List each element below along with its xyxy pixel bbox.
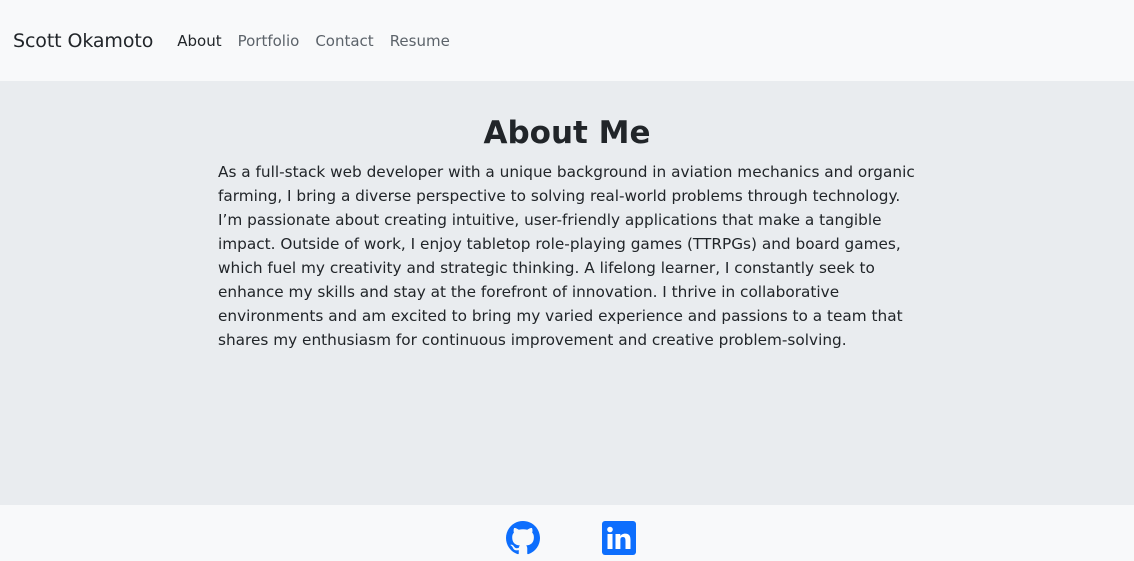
page-title: About Me — [483, 115, 651, 151]
about-section: About Me As a full-stack web developer w… — [0, 81, 1134, 505]
footer — [0, 505, 1134, 561]
nav-link-resume[interactable]: Resume — [390, 32, 450, 50]
github-icon — [506, 521, 540, 555]
brand-link[interactable]: Scott Okamoto — [13, 30, 153, 52]
about-paragraph: As a full-stack web developer with a uni… — [218, 163, 915, 349]
linkedin-link[interactable] — [602, 521, 636, 555]
navbar: Scott Okamoto About Portfolio Contact Re… — [0, 0, 1134, 81]
github-link[interactable] — [506, 521, 540, 555]
linkedin-icon — [602, 521, 636, 555]
nav-links: About Portfolio Contact Resume — [177, 32, 466, 50]
nav-link-contact[interactable]: Contact — [315, 32, 373, 50]
nav-link-portfolio[interactable]: Portfolio — [238, 32, 300, 50]
nav-link-about[interactable]: About — [177, 32, 221, 50]
